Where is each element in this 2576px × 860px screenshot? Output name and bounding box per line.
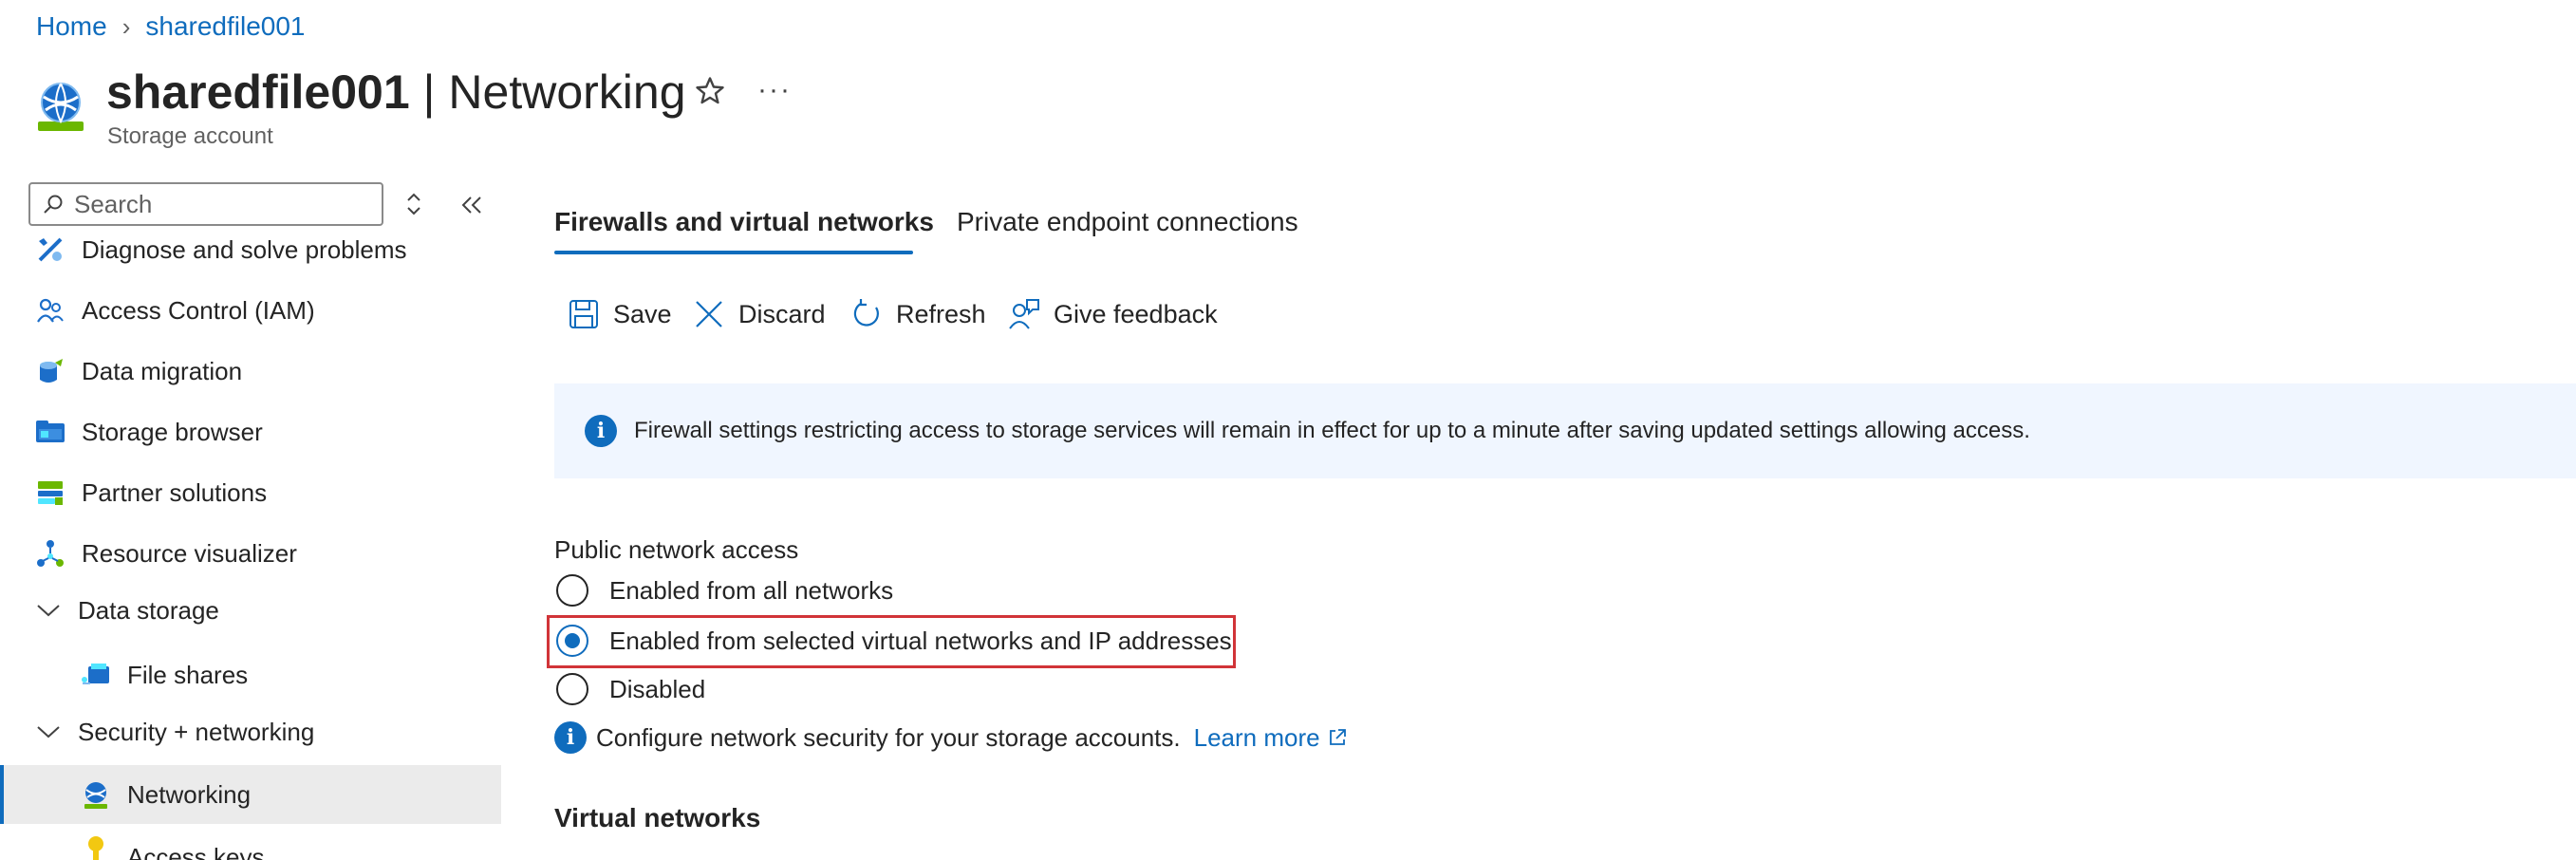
star-icon[interactable] [693,74,727,108]
radio-option-selected-networks[interactable]: Enabled from selected virtual networks a… [556,622,1232,660]
radio-option-disabled[interactable]: Disabled [556,670,705,708]
give-feedback-button[interactable]: Give feedback [1008,294,1218,334]
radio-label: Disabled [609,674,706,703]
sidebar-item-label: Partner solutions [82,477,268,507]
breadcrumb: Home › sharedfile001 [36,11,306,42]
save-label: Save [613,299,672,328]
tab-firewalls[interactable]: Firewalls and virtual networks [554,207,934,237]
sidebar-item-label: Networking [127,779,252,809]
sidebar-item-label: Data storage [78,595,219,625]
radio-label: Enabled from all networks [609,575,894,605]
active-tab-indicator [554,251,913,254]
refresh-button[interactable]: Refresh [850,294,986,334]
sidebar-item-file-shares[interactable]: File shares [0,647,501,702]
sidebar-item-label: File shares [127,660,249,689]
sidebar-item-label: Storage browser [82,417,263,446]
breadcrumb-resource-link[interactable]: sharedfile001 [145,11,305,42]
external-link-icon [1329,729,1346,745]
save-icon [569,300,598,328]
sidebar-item-diagnose[interactable]: Diagnose and solve problems [0,222,501,277]
page-subtitle: Storage account [107,123,273,149]
sidebar-item-resource-visualizer[interactable]: Resource visualizer [0,526,501,581]
data-migration-icon [34,355,66,387]
breadcrumb-home-link[interactable]: Home [36,11,107,42]
page-name: Networking [448,65,686,119]
info-icon: i [554,721,587,754]
info-banner: i Firewall settings restricting access t… [554,383,2576,478]
sidebar-item-label: Access keys [127,843,265,860]
collapse-sidebar-icon[interactable] [459,194,484,216]
sidebar-item-iam[interactable]: Access Control (IAM) [0,283,501,338]
refresh-icon [853,299,879,327]
chevron-down-icon [34,716,63,748]
storage-networking-icon [38,83,84,131]
tab-private-endpoints[interactable]: Private endpoint connections [957,207,1298,237]
discard-label: Discard [738,299,826,328]
refresh-label: Refresh [896,299,986,328]
learn-more-link[interactable]: Learn more [1194,723,1347,753]
page-title: sharedfile001 | Networking [106,65,686,120]
learn-more-label: Learn more [1193,722,1320,752]
virtual-networks-heading: Virtual networks [554,803,761,832]
radio-button[interactable] [556,574,588,607]
radio-option-all-networks[interactable]: Enabled from all networks [556,571,893,609]
wrench-icon [34,234,66,266]
sidebar-item-label: Data migration [82,356,243,385]
sidebar-item-label: Security + networking [78,717,315,746]
file-share-icon [80,659,112,691]
more-options-icon[interactable]: ··· [757,74,792,106]
chevron-down-icon [34,594,63,626]
info-icon: i [585,415,617,447]
radio-button-selected[interactable] [556,625,588,657]
radio-label: Enabled from selected virtual networks a… [609,626,1232,655]
sort-updown-icon[interactable] [402,190,425,218]
sidebar-item-label: Diagnose and solve problems [82,234,407,264]
public-network-access-label: Public network access [554,535,799,564]
resource-name: sharedfile001 [106,65,410,119]
configure-text: Configure network security for your stor… [596,722,1181,752]
partner-icon [34,477,66,509]
globe-icon [80,778,112,811]
feedback-label: Give feedback [1054,299,1218,328]
close-icon [696,301,722,327]
sidebar-item-label: Access Control (IAM) [82,295,315,325]
sidebar-item-access-keys[interactable]: Access keys [0,832,501,860]
sidebar-search[interactable] [28,182,383,226]
hierarchy-icon [34,537,66,570]
discard-button[interactable]: Discard [693,294,826,334]
sidebar-group-data-storage[interactable]: Data storage [0,583,501,638]
sidebar-item-storage-browser[interactable]: Storage browser [0,404,501,459]
search-icon [44,195,63,214]
banner-text: Firewall settings restricting access to … [634,418,2030,443]
sidebar-group-security-networking[interactable]: Security + networking [0,704,501,759]
configure-note: i Configure network security for your st… [554,721,1347,754]
sidebar-item-label: Resource visualizer [82,538,297,568]
sidebar-item-partner-solutions[interactable]: Partner solutions [0,465,501,520]
chevron-right-icon: › [121,11,131,41]
title-separator: | [409,65,449,119]
feedback-icon [1009,299,1039,329]
sidebar-item-networking[interactable]: Networking [0,765,501,824]
people-icon [34,294,66,327]
storage-browser-icon [34,416,66,448]
radio-button[interactable] [556,673,588,705]
key-icon [80,833,112,860]
search-input[interactable] [74,189,359,219]
save-button[interactable]: Save [568,294,672,334]
sidebar-item-data-migration[interactable]: Data migration [0,344,501,399]
